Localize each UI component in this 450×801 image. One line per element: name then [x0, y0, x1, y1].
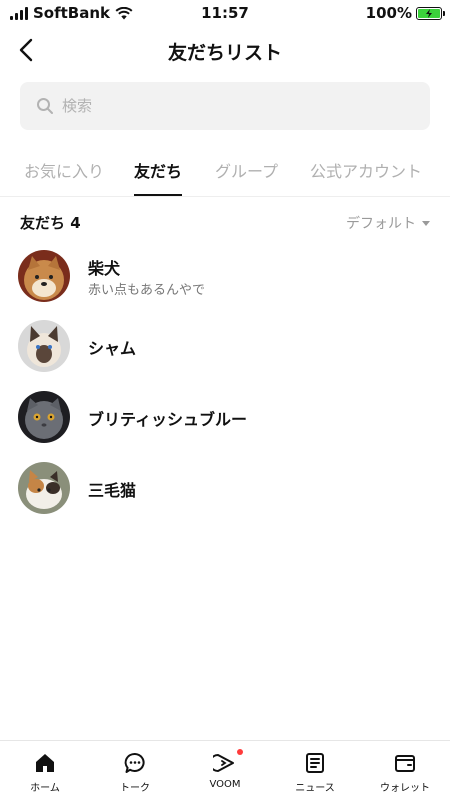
search-icon [37, 98, 53, 114]
battery-percent: 100% [365, 4, 412, 22]
header: 友だちリスト [0, 28, 450, 72]
nav-wallet[interactable]: ウォレット [360, 741, 450, 801]
nav-talk[interactable]: トーク [90, 741, 180, 801]
section-header: 友だち 4 デフォルト [20, 212, 430, 234]
battery-icon [416, 6, 445, 20]
nav-talk-label: トーク [120, 783, 150, 794]
nav-wallet-label: ウォレット [380, 783, 430, 794]
avatar-british-blue-cat [18, 391, 70, 443]
friend-row[interactable]: ブリティッシュブルー [0, 387, 450, 447]
friend-name: 三毛猫 [88, 481, 137, 500]
avatar-calico-cat [18, 462, 70, 514]
status-right: 100% [365, 4, 445, 22]
friend-name: シャム [88, 339, 137, 358]
nav-news-label: ニュース [295, 783, 335, 794]
chevron-left-icon [19, 38, 33, 62]
voom-icon [213, 754, 234, 772]
sort-label: デフォルト [346, 216, 416, 232]
friends-count-title: 友だち 4 [20, 214, 81, 232]
friend-status-message: 赤い点もあるんやで [88, 283, 206, 298]
nav-voom[interactable]: VOOM [180, 741, 270, 801]
nav-home[interactable]: ホーム [0, 741, 90, 801]
friend-name: 柴犬 [88, 259, 121, 278]
notification-dot [237, 749, 243, 755]
status-bar: SoftBank 11:57 100% [0, 0, 450, 26]
active-tab-indicator [134, 194, 182, 196]
bottom-nav: ホーム トーク VOOM ニュース ウォレット [0, 740, 450, 801]
sort-dropdown[interactable]: デフォルト [346, 213, 430, 233]
nav-voom-label: VOOM [209, 779, 241, 790]
tab-favorites[interactable]: お気に入り [24, 158, 104, 182]
friend-row[interactable]: シャム [0, 316, 450, 376]
avatar-siamese-cat [18, 320, 70, 372]
news-icon [306, 753, 324, 773]
friend-row[interactable]: 三毛猫 [0, 458, 450, 518]
tab-bar: お気に入り 友だち グループ 公式アカウント [0, 146, 450, 197]
friend-row[interactable]: 柴犬 赤い点もあるんやで [0, 246, 450, 306]
nav-news[interactable]: ニュース [270, 741, 360, 801]
search-input[interactable] [60, 96, 414, 116]
back-button[interactable] [14, 36, 42, 64]
caret-down-icon [422, 220, 430, 226]
friend-name: ブリティッシュブルー [88, 410, 248, 429]
search-box[interactable] [20, 82, 430, 130]
chat-icon [124, 752, 145, 773]
tab-groups[interactable]: グループ [215, 158, 278, 182]
page-title: 友だちリスト [167, 42, 282, 64]
avatar-shiba-dog [18, 250, 70, 302]
charging-bolt-icon [426, 8, 432, 18]
tab-official-accounts[interactable]: 公式アカウント [310, 158, 422, 182]
wallet-icon [395, 755, 415, 772]
nav-home-label: ホーム [30, 783, 60, 794]
home-icon [36, 754, 54, 772]
tab-friends[interactable]: 友だち [134, 158, 182, 182]
